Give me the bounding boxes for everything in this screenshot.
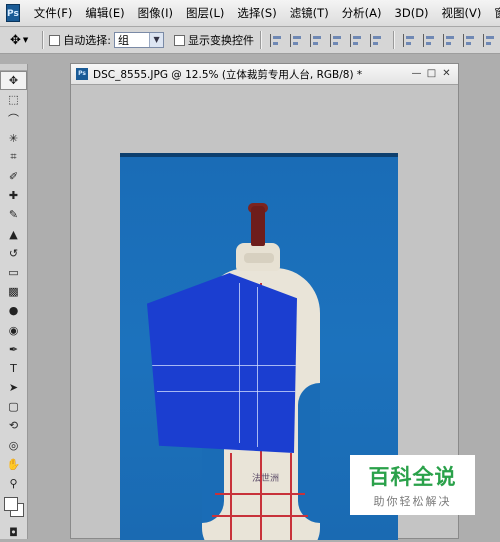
maximize-icon[interactable]: □ bbox=[426, 68, 437, 79]
align-hcenter-icon[interactable] bbox=[350, 33, 364, 47]
menu-analysis[interactable]: 分析(A) bbox=[336, 5, 389, 21]
clone-stamp-tool-icon[interactable]: ▲ bbox=[0, 225, 27, 244]
mannequin-line bbox=[230, 453, 232, 540]
path-selection-tool-icon[interactable]: ➤ bbox=[0, 378, 27, 397]
menu-window[interactable]: 窗口( bbox=[488, 5, 500, 21]
crop-tool-icon[interactable]: ⌗ bbox=[0, 148, 27, 167]
mannequin-waist-right bbox=[298, 383, 320, 523]
options-bar: ✥ ▼ 自动选择: 组 ▼ 显示变换控件 bbox=[0, 27, 500, 54]
blur-tool-icon[interactable]: ● bbox=[0, 301, 27, 320]
magic-wand-tool-icon[interactable]: ✳ bbox=[0, 129, 27, 148]
photoshop-document-icon: Ps bbox=[76, 68, 88, 80]
quick-mask-icon[interactable]: ◘ bbox=[0, 523, 27, 542]
align-top-icon[interactable] bbox=[270, 33, 284, 47]
auto-select-label: 自动选择: bbox=[63, 34, 112, 47]
auto-select-dropdown[interactable]: 组 ▼ bbox=[114, 32, 165, 48]
distribute-hcenter-icon[interactable] bbox=[483, 33, 497, 47]
auto-select-value: 组 bbox=[118, 34, 130, 47]
menu-layer[interactable]: 图层(L) bbox=[180, 5, 231, 21]
separator bbox=[42, 31, 44, 49]
show-transform-label: 显示变换控件 bbox=[188, 34, 255, 47]
distribute-left-icon[interactable] bbox=[463, 33, 477, 47]
align-right-icon[interactable] bbox=[370, 33, 384, 47]
separator bbox=[260, 31, 262, 49]
fabric-chalk-line bbox=[239, 283, 240, 443]
mannequin-neck-label bbox=[244, 253, 274, 263]
eraser-tool-icon[interactable]: ▭ bbox=[0, 263, 27, 282]
menu-view[interactable]: 视图(V) bbox=[436, 5, 489, 21]
show-transform-checkbox[interactable] bbox=[174, 34, 186, 46]
color-swatches bbox=[0, 493, 27, 523]
fabric-chalk-line bbox=[147, 365, 297, 366]
canvas-edge bbox=[120, 153, 398, 157]
zoom-tool-icon[interactable]: ⚲ bbox=[0, 474, 27, 493]
align-bottom-icon[interactable] bbox=[310, 33, 324, 47]
panel-grip[interactable] bbox=[0, 64, 27, 71]
marquee-tool-icon[interactable]: ⬚ bbox=[0, 90, 27, 109]
menu-select[interactable]: 选择(S) bbox=[231, 5, 283, 21]
dodge-tool-icon[interactable]: ◉ bbox=[0, 320, 27, 339]
watermark-title: 百科全说 bbox=[368, 465, 457, 489]
chevron-down-icon[interactable]: ▼ bbox=[23, 36, 28, 44]
document-title-bar[interactable]: Ps DSC_8555.JPG @ 12.5% (立体裁剪专用人台, RGB/8… bbox=[71, 64, 458, 85]
healing-brush-tool-icon[interactable]: ✚ bbox=[0, 186, 27, 205]
menu-image[interactable]: 图像(I) bbox=[132, 5, 180, 21]
menu-3d[interactable]: 3D(D) bbox=[389, 6, 436, 20]
mannequin-line bbox=[215, 493, 305, 495]
fabric-chalk-line bbox=[157, 391, 297, 392]
mannequin-brand-label: 法世洲 bbox=[252, 474, 280, 484]
photoshop-logo-icon[interactable]: Ps bbox=[6, 4, 20, 22]
mannequin-line bbox=[290, 453, 292, 540]
move-tool-preset-icon[interactable]: ✥ bbox=[10, 33, 21, 48]
move-tool-icon[interactable]: ✥ bbox=[0, 71, 27, 91]
distribute-top-icon[interactable] bbox=[403, 33, 417, 47]
shape-tool-icon[interactable]: ▢ bbox=[0, 397, 27, 416]
gradient-tool-icon[interactable]: ▩ bbox=[0, 282, 27, 301]
menu-bar: Ps 文件(F) 编辑(E) 图像(I) 图层(L) 选择(S) 滤镜(T) 分… bbox=[0, 0, 500, 27]
history-brush-tool-icon[interactable]: ↺ bbox=[0, 244, 27, 263]
fabric-chalk-line bbox=[257, 287, 258, 447]
brush-tool-icon[interactable]: ✎ bbox=[0, 205, 27, 224]
separator bbox=[393, 31, 395, 49]
hand-tool-icon[interactable]: ✋ bbox=[0, 455, 27, 474]
watermark-subtitle: 助你轻松解决 bbox=[373, 495, 452, 508]
mannequin-line bbox=[212, 515, 308, 517]
lasso-tool-icon[interactable]: ⌒ bbox=[0, 109, 27, 128]
align-vcenter-icon[interactable] bbox=[290, 33, 304, 47]
menu-filter[interactable]: 滤镜(T) bbox=[284, 5, 336, 21]
3d-rotate-tool-icon[interactable]: ⟲ bbox=[0, 416, 27, 435]
watermark-badge: 百科全说 助你轻松解决 bbox=[350, 455, 475, 515]
tool-list: ✥ ⬚ ⌒ ✳ ⌗ ✐ ✚ ✎ ▲ ↺ ▭ ▩ ● ◉ ✒ T ➤ ▢ ⟲ ◎ ✋ ⚲ bbox=[0, 71, 27, 493]
distribute-vcenter-icon[interactable] bbox=[423, 33, 437, 47]
foreground-color-swatch[interactable] bbox=[4, 497, 18, 512]
pen-tool-icon[interactable]: ✒ bbox=[0, 340, 27, 359]
document-title: DSC_8555.JPG @ 12.5% (立体裁剪专用人台, RGB/8) * bbox=[93, 68, 363, 81]
menu-edit[interactable]: 编辑(E) bbox=[79, 5, 131, 21]
stand-knob bbox=[251, 206, 265, 246]
minimize-icon[interactable]: — bbox=[411, 68, 422, 79]
fabric-drape bbox=[147, 273, 297, 453]
align-left-icon[interactable] bbox=[330, 33, 344, 47]
eyedropper-tool-icon[interactable]: ✐ bbox=[0, 167, 27, 186]
type-tool-icon[interactable]: T bbox=[0, 359, 27, 378]
close-icon[interactable]: ✕ bbox=[441, 68, 452, 79]
3d-orbit-tool-icon[interactable]: ◎ bbox=[0, 436, 27, 455]
menu-file[interactable]: 文件(F) bbox=[28, 5, 80, 21]
distribute-bottom-icon[interactable] bbox=[443, 33, 457, 47]
chevron-down-icon: ▼ bbox=[149, 33, 164, 47]
auto-select-checkbox[interactable] bbox=[49, 34, 61, 46]
tools-panel: ✥ ⬚ ⌒ ✳ ⌗ ✐ ✚ ✎ ▲ ↺ ▭ ▩ ● ◉ ✒ T ➤ ▢ ⟲ ◎ ✋ ⚲ ◘ bbox=[0, 64, 28, 539]
